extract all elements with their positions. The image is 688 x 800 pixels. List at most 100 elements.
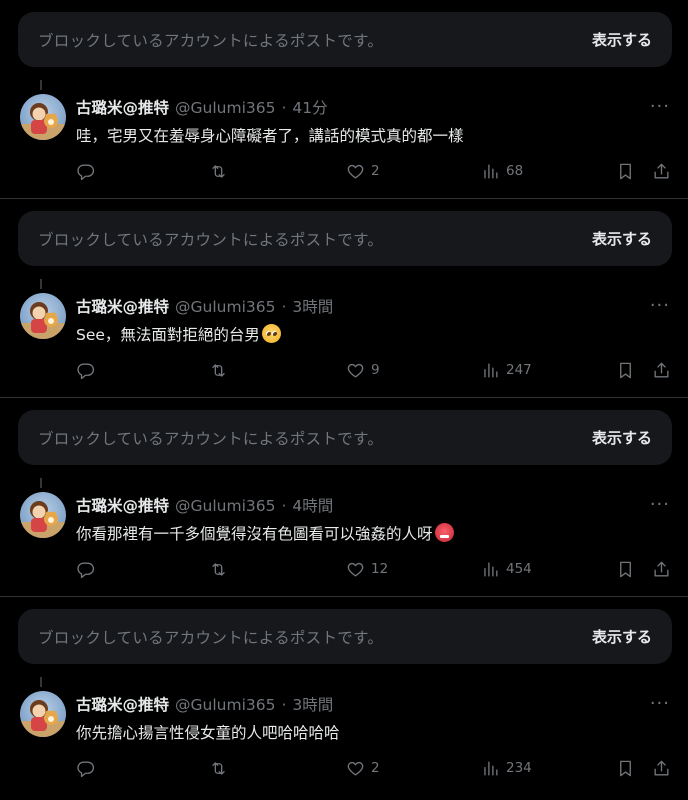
action-bar: 12 454 xyxy=(76,558,672,580)
angry-face-emoji xyxy=(434,523,454,542)
avatar[interactable] xyxy=(20,492,66,538)
avatar[interactable] xyxy=(20,94,66,140)
blocked-account-notice: ブロックしているアカウントによるポストです。 表示する xyxy=(18,609,672,664)
author-name[interactable]: 古璐米@推特 xyxy=(76,295,169,317)
bookmark-icon xyxy=(620,760,631,776)
heart-icon xyxy=(347,562,364,577)
post-block: ブロックしているアカウントによるポストです。 表示する 古璐米@推特 @Gulu… xyxy=(0,597,688,796)
views-icon xyxy=(484,760,498,776)
heart-icon xyxy=(347,164,364,179)
bookmark-button[interactable] xyxy=(616,759,635,778)
show-post-button[interactable]: 表示する xyxy=(592,228,652,249)
reply-button[interactable] xyxy=(76,162,95,181)
post-header: 古璐米@推特 @Gulumi365 · 3時間 xyxy=(76,693,333,715)
author-handle[interactable]: @Gulumi365 xyxy=(175,696,275,714)
more-icon[interactable]: ··· xyxy=(650,494,670,515)
post-header: 古璐米@推特 @Gulumi365 · 41分 xyxy=(76,96,328,118)
more-icon[interactable]: ··· xyxy=(650,693,670,714)
author-name[interactable]: 古璐米@推特 xyxy=(76,693,169,715)
share-icon xyxy=(654,760,669,776)
post-text-body: See，無法面對拒絕的台男 xyxy=(76,326,260,344)
post-text: 哇，宅男又在羞辱身心障礙者了，講話的模式真的都一樣 xyxy=(76,124,464,146)
retweet-button[interactable] xyxy=(209,759,228,778)
view-count: 247 xyxy=(506,362,532,378)
reply-button[interactable] xyxy=(76,361,95,380)
author-handle[interactable]: @Gulumi365 xyxy=(175,99,275,117)
bookmark-button[interactable] xyxy=(616,361,635,380)
bookmark-icon xyxy=(620,163,631,179)
thread-connector xyxy=(40,279,42,289)
retweet-icon xyxy=(212,363,225,377)
avatar[interactable] xyxy=(20,293,66,339)
show-post-button[interactable]: 表示する xyxy=(592,626,652,647)
more-icon[interactable]: ··· xyxy=(650,295,670,316)
post-timestamp[interactable]: 4時間 xyxy=(292,494,333,516)
retweet-icon xyxy=(212,562,225,576)
views-button[interactable]: 247 xyxy=(481,361,532,380)
retweet-button[interactable] xyxy=(209,560,228,579)
author-handle[interactable]: @Gulumi365 xyxy=(175,497,275,515)
post-header: 古璐米@推特 @Gulumi365 · 3時間 xyxy=(76,295,333,317)
separator-dot: · xyxy=(281,99,287,117)
blocked-notice-text: ブロックしているアカウントによるポストです。 xyxy=(38,230,384,249)
share-button[interactable] xyxy=(652,759,671,778)
post-timestamp[interactable]: 3時間 xyxy=(292,295,333,317)
reply-button[interactable] xyxy=(76,759,95,778)
retweet-button[interactable] xyxy=(209,361,228,380)
blocked-account-notice: ブロックしているアカウントによるポストです。 表示する xyxy=(18,410,672,465)
post-text-body: 你看那裡有一千多個覺得沒有色圖看可以強姦的人呀 xyxy=(76,525,433,543)
like-button[interactable]: 9 xyxy=(346,361,380,380)
action-bar: 2 234 xyxy=(76,757,672,779)
like-button[interactable]: 2 xyxy=(346,162,380,181)
reply-icon xyxy=(77,561,95,578)
view-count: 234 xyxy=(506,760,532,776)
post-text: See，無法面對拒絕的台男 xyxy=(76,323,281,345)
post-block: ブロックしているアカウントによるポストです。 表示する 古璐米@推特 @Gulu… xyxy=(0,0,688,199)
post-text-body: 你先擔心揚言性侵女童的人吧哈哈哈哈 xyxy=(76,724,340,742)
post-timestamp[interactable]: 41分 xyxy=(292,96,327,118)
share-icon xyxy=(654,163,669,179)
show-post-button[interactable]: 表示する xyxy=(592,29,652,50)
like-count: 2 xyxy=(371,163,380,179)
like-count: 12 xyxy=(371,561,389,577)
retweet-icon xyxy=(212,761,225,775)
blocked-notice-text: ブロックしているアカウントによるポストです。 xyxy=(38,429,384,448)
views-button[interactable]: 68 xyxy=(481,162,523,181)
show-post-button[interactable]: 表示する xyxy=(592,427,652,448)
post-block: ブロックしているアカウントによるポストです。 表示する 古璐米@推特 @Gulu… xyxy=(0,199,688,398)
action-bar: 9 247 xyxy=(76,359,672,381)
views-button[interactable]: 454 xyxy=(481,560,532,579)
share-icon xyxy=(654,561,669,577)
reply-icon xyxy=(77,163,95,180)
like-button[interactable]: 2 xyxy=(346,759,380,778)
share-button[interactable] xyxy=(652,162,671,181)
bookmark-button[interactable] xyxy=(616,560,635,579)
reply-button[interactable] xyxy=(76,560,95,579)
views-button[interactable]: 234 xyxy=(481,759,532,778)
post-text-body: 哇，宅男又在羞辱身心障礙者了，講話的模式真的都一樣 xyxy=(76,127,464,145)
thread-connector xyxy=(40,677,42,687)
blocked-account-notice: ブロックしているアカウントによるポストです。 表示する xyxy=(18,12,672,67)
like-count: 9 xyxy=(371,362,380,378)
blocked-notice-text: ブロックしているアカウントによるポストです。 xyxy=(38,31,384,50)
retweet-icon xyxy=(212,164,225,178)
thread-connector xyxy=(40,478,42,488)
post-block: ブロックしているアカウントによるポストです。 表示する 古璐米@推特 @Gulu… xyxy=(0,398,688,597)
post-timestamp[interactable]: 3時間 xyxy=(292,693,333,715)
share-icon xyxy=(654,362,669,378)
like-button[interactable]: 12 xyxy=(346,560,388,579)
more-icon[interactable]: ··· xyxy=(650,96,670,117)
share-button[interactable] xyxy=(652,560,671,579)
views-icon xyxy=(484,362,498,378)
author-name[interactable]: 古璐米@推特 xyxy=(76,494,169,516)
avatar[interactable] xyxy=(20,691,66,737)
retweet-button[interactable] xyxy=(209,162,228,181)
author-handle[interactable]: @Gulumi365 xyxy=(175,298,275,316)
views-icon xyxy=(484,561,498,577)
author-name[interactable]: 古璐米@推特 xyxy=(76,96,169,118)
share-button[interactable] xyxy=(652,361,671,380)
post-text: 你看那裡有一千多個覺得沒有色圖看可以強姦的人呀 xyxy=(76,522,454,544)
bookmark-button[interactable] xyxy=(616,162,635,181)
action-bar: 2 68 xyxy=(76,160,672,182)
views-icon xyxy=(484,163,498,179)
